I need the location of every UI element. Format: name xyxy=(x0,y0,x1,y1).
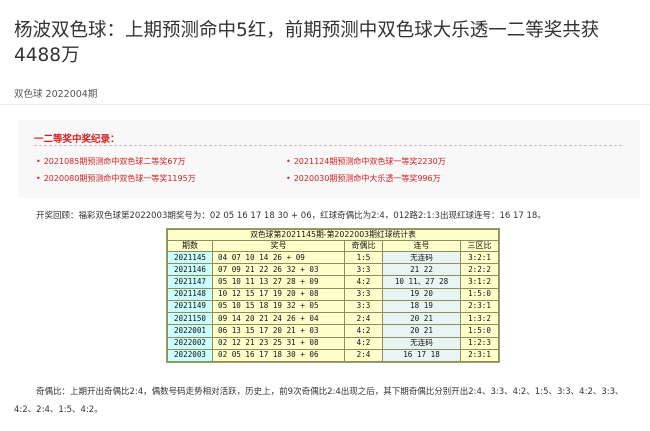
table-cell: 2021150 xyxy=(167,312,213,326)
table-cell: 2021146 xyxy=(167,263,213,277)
table-cell: 3:1:2 xyxy=(460,275,499,289)
table-cell: 2021148 xyxy=(167,287,213,301)
open-result-text: 开奖回顾：福彩双色球第2022003期奖号为：02 05 16 17 18 30… xyxy=(36,211,546,221)
table-cell: 2021147 xyxy=(167,275,213,289)
table-cell: 3:2:1 xyxy=(460,250,499,265)
table-cell: 3:3 xyxy=(344,299,383,314)
column-header: 奖号 xyxy=(212,240,345,252)
table-cell: 3:3 xyxy=(344,287,383,301)
table-cell: 1:3:2 xyxy=(460,312,499,326)
column-header: 期数 xyxy=(167,240,213,252)
table-row: 2021146 07 09 21 22 26 32 + 03 3:3 21 22 2:2… xyxy=(167,263,499,277)
award-record-box: 一二等奖中奖纪录： 2021085期预测命中双色球二等奖67万 2021124期… xyxy=(18,120,640,198)
table-row: 2021149 05 10 15 18 19 32 + 05 3:3 18 19 2:3… xyxy=(167,299,499,314)
column-header: 三区比 xyxy=(460,240,499,252)
table-cell: 19 20 xyxy=(382,287,461,301)
table-cell: 2:4 xyxy=(344,312,383,326)
table-row: 2022001 06 13 15 17 20 21 + 03 4:2 20 21 1:5… xyxy=(167,324,499,338)
table-cell: 09 14 20 21 24 26 + 04 xyxy=(212,312,345,326)
table-cell: 02 12 21 23 25 31 + 08 xyxy=(212,336,345,350)
analysis-paragraph: 奇偶比：上期开出奇偶比2:4，偶数号码走势相对活跃，历史上，前9次奇偶比2:4出… xyxy=(14,387,624,415)
table-cell: 21 22 xyxy=(382,263,461,277)
stats-table-image: 双色球第2021145期-第2022003期红球统计表 期数 奖号 奇偶比 连号… xyxy=(166,228,500,363)
table-cell: 05 10 11 13 27 28 + 09 xyxy=(212,275,345,289)
stats-table: 双色球第2021145期-第2022003期红球统计表 期数 奖号 奇偶比 连号… xyxy=(167,229,499,363)
stats-table-caption: 双色球第2021145期-第2022003期红球统计表 xyxy=(167,229,499,241)
table-cell: 1:5 xyxy=(344,250,383,265)
table-cell: 4:2 xyxy=(344,336,383,350)
table-cell: 2:3:1 xyxy=(460,299,499,314)
table-row: 2022003 02 05 16 17 18 30 + 06 2:4 16 17 18… xyxy=(167,348,499,363)
table-cell: 2:3:1 xyxy=(460,348,499,363)
table-cell: 2022003 xyxy=(167,348,213,363)
table-cell: 2021145 xyxy=(167,250,213,265)
award-item[interactable]: 2020030期预测命中大乐透一等奖996万 xyxy=(286,173,441,184)
award-item[interactable]: 2021124期预测命中双色球一等奖2230万 xyxy=(286,156,446,167)
table-cell: 2:2:2 xyxy=(460,263,499,277)
table-cell: 2021149 xyxy=(167,299,213,314)
table-cell: 04 07 10 14 26 + 09 xyxy=(212,250,345,265)
table-cell: 06 13 15 17 20 21 + 03 xyxy=(212,324,345,338)
table-cell: 4:2 xyxy=(344,324,383,338)
table-cell: 02 05 16 17 18 30 + 06 xyxy=(212,348,345,363)
table-cell: 10 12 15 17 19 20 + 08 xyxy=(212,287,345,301)
table-cell: 无连码 xyxy=(382,336,461,350)
table-cell: 16 17 18 xyxy=(382,348,461,363)
table-cell: 无连码 xyxy=(382,250,461,265)
article-title: 杨波双色球：上期预测命中5红，前期预测中双色球大乐透一二等奖共获4488万 xyxy=(14,20,600,66)
award-item[interactable]: 2021085期预测命中双色球二等奖67万 xyxy=(36,156,186,167)
table-row: 2022002 02 12 21 23 25 31 + 08 4:2 无连码 1:2:3 xyxy=(167,336,499,350)
table-cell: 3:3 xyxy=(344,263,383,277)
table-row: 2021145 04 07 10 14 26 + 09 1:5 无连码 3:2:1 xyxy=(167,250,499,265)
award-item[interactable]: 2020080期预测命中双色球一等奖1195万 xyxy=(36,173,196,184)
table-cell: 20 21 xyxy=(382,312,461,326)
column-header: 连号 xyxy=(382,240,461,252)
table-cell: 18 19 xyxy=(382,299,461,314)
table-cell: 05 10 15 18 19 32 + 05 xyxy=(212,299,345,314)
table-row: 2021148 10 12 15 17 19 20 + 08 3:3 19 20 1:5… xyxy=(167,287,499,301)
table-cell: 1:5:0 xyxy=(460,324,499,338)
header-divider xyxy=(0,104,650,105)
table-cell: 2022001 xyxy=(167,324,213,338)
award-heading: 一二等奖中奖纪录： xyxy=(34,134,120,145)
article-meta[interactable]: 双色球 2022004期 xyxy=(14,86,97,100)
table-row: 2021150 09 14 20 21 24 26 + 04 2:4 20 21 1:3… xyxy=(167,312,499,326)
column-header: 奇偶比 xyxy=(344,240,383,252)
table-cell: 2022002 xyxy=(167,336,213,350)
table-cell: 1:5:0 xyxy=(460,287,499,301)
table-row: 2021147 05 10 11 13 27 28 + 09 4:2 10 11、27… xyxy=(167,275,499,289)
table-cell: 10 11、27 28 xyxy=(382,275,461,289)
table-cell: 2:4 xyxy=(344,348,383,363)
award-divider xyxy=(34,145,622,146)
table-cell: 4:2 xyxy=(344,275,383,289)
table-cell: 1:2:3 xyxy=(460,336,499,350)
table-cell: 20 21 xyxy=(382,324,461,338)
table-cell: 07 09 21 22 26 32 + 03 xyxy=(212,263,345,277)
